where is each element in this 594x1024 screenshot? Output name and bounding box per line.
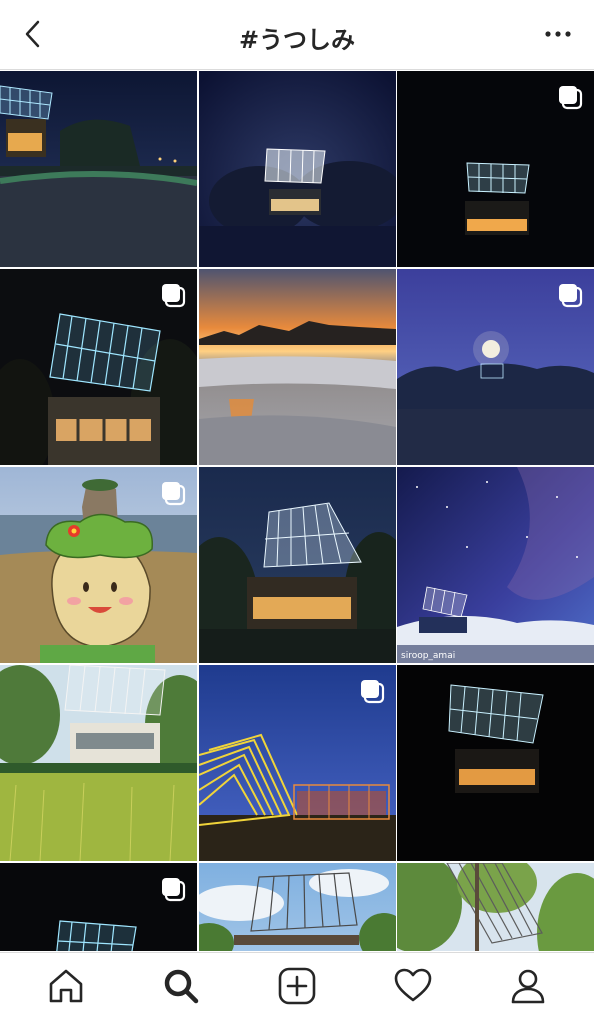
grid-photo-13[interactable]: [0, 863, 197, 951]
grid-photo-4[interactable]: [0, 269, 197, 465]
heart-icon: [394, 968, 431, 1001]
nav-home-button[interactable]: [36, 956, 96, 1016]
grid-photo-7[interactable]: [0, 467, 197, 663]
multiple-photos-icon: [162, 878, 186, 902]
nav-search-button[interactable]: [151, 956, 211, 1016]
photo-dusk-house: [198, 467, 396, 663]
photo-night-house-glow: [198, 71, 396, 267]
photo-night-house-dark: [397, 665, 594, 861]
page-title: #うつしみ: [238, 26, 356, 54]
photo-day-frame-sky: [198, 863, 396, 951]
nav-activity-button[interactable]: [383, 956, 443, 1016]
grid-photo-15[interactable]: [397, 863, 594, 951]
multiple-photos-icon: [162, 284, 186, 308]
grid-photo-10[interactable]: [0, 665, 197, 861]
grid-photo-6[interactable]: [397, 269, 594, 465]
photo-sunset-beach: [198, 269, 396, 465]
grid-photo-8[interactable]: [198, 467, 396, 663]
grid-photo-9[interactable]: siroop_amai: [397, 467, 594, 663]
grid-photo-11[interactable]: [198, 665, 396, 861]
grid-photo-3[interactable]: [397, 71, 594, 267]
nav-new-post-button[interactable]: [267, 956, 327, 1016]
photo-day-house-ricefield: [0, 665, 197, 861]
multiple-photos-icon: [162, 482, 186, 506]
grid-photo-12[interactable]: [397, 665, 594, 861]
plus-square-icon: [278, 967, 316, 1004]
photo-milky-way-house: [397, 467, 594, 663]
multiple-photos-icon: [559, 284, 583, 308]
nav-profile-button[interactable]: [498, 956, 558, 1016]
more-options-button[interactable]: [540, 16, 576, 52]
grid-photo-14[interactable]: [198, 863, 396, 951]
user-icon: [511, 969, 545, 1003]
grid-photo-1[interactable]: [0, 71, 197, 267]
top-bar: #うつしみ: [0, 0, 594, 70]
photo-credit: siroop_amai: [401, 651, 456, 661]
bottom-navigation: [0, 952, 594, 1024]
multiple-photos-icon: [559, 86, 583, 110]
search-icon: [165, 969, 199, 1003]
hashtag-photo-grid: siroop_amai: [0, 71, 594, 951]
multiple-photos-icon: [360, 680, 384, 704]
home-icon: [49, 969, 83, 1002]
grid-photo-5[interactable]: [198, 269, 396, 465]
photo-night-house-field: [0, 71, 197, 267]
photo-day-frame-trees: [397, 863, 594, 951]
grid-photo-2[interactable]: [198, 71, 396, 267]
more-horizontal-icon: [545, 31, 571, 37]
